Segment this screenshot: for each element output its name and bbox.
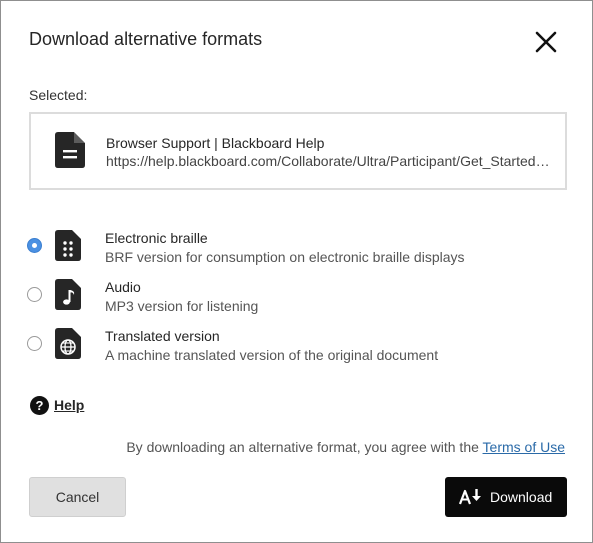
option-title: Translated version xyxy=(105,328,220,344)
radio-audio[interactable] xyxy=(27,287,42,302)
selected-label: Selected: xyxy=(29,87,88,103)
radio-electronic-braille[interactable] xyxy=(27,238,42,253)
download-icon xyxy=(459,489,481,505)
help-icon: ? xyxy=(30,396,49,415)
option-title: Audio xyxy=(105,279,141,295)
option-translated-version[interactable]: Translated version A machine translated … xyxy=(27,328,547,368)
download-button[interactable]: Download xyxy=(445,477,567,517)
download-dialog: Download alternative formats Selected: B… xyxy=(0,0,593,543)
option-description: BRF version for consumption on electroni… xyxy=(105,249,465,265)
document-icon xyxy=(55,132,85,168)
close-icon[interactable] xyxy=(533,29,559,55)
cancel-button[interactable]: Cancel xyxy=(29,477,126,517)
dialog-title: Download alternative formats xyxy=(29,29,263,49)
option-description: MP3 version for listening xyxy=(105,298,259,314)
option-audio[interactable]: Audio MP3 version for listening xyxy=(27,279,547,319)
option-description: A machine translated version of the orig… xyxy=(105,347,439,363)
translated-file-icon xyxy=(55,328,81,359)
audio-file-icon xyxy=(55,279,81,310)
option-electronic-braille[interactable]: Electronic braille BRF version for consu… xyxy=(27,230,547,270)
document-title: Browser Support | Blackboard Help xyxy=(106,135,325,151)
radio-translated-version[interactable] xyxy=(27,336,42,351)
document-url: https://help.blackboard.com/Collaborate/… xyxy=(106,153,551,169)
terms-notice: By downloading an alternative format, yo… xyxy=(126,439,565,455)
terms-text: By downloading an alternative format, yo… xyxy=(126,439,483,455)
option-title: Electronic braille xyxy=(105,230,208,246)
help-label: Help xyxy=(54,397,85,413)
download-label: Download xyxy=(490,489,553,505)
svg-text:?: ? xyxy=(36,398,44,413)
braille-file-icon xyxy=(55,230,81,261)
selected-document-card: Browser Support | Blackboard Help https:… xyxy=(29,112,567,190)
terms-of-use-link[interactable]: Terms of Use xyxy=(483,439,565,455)
